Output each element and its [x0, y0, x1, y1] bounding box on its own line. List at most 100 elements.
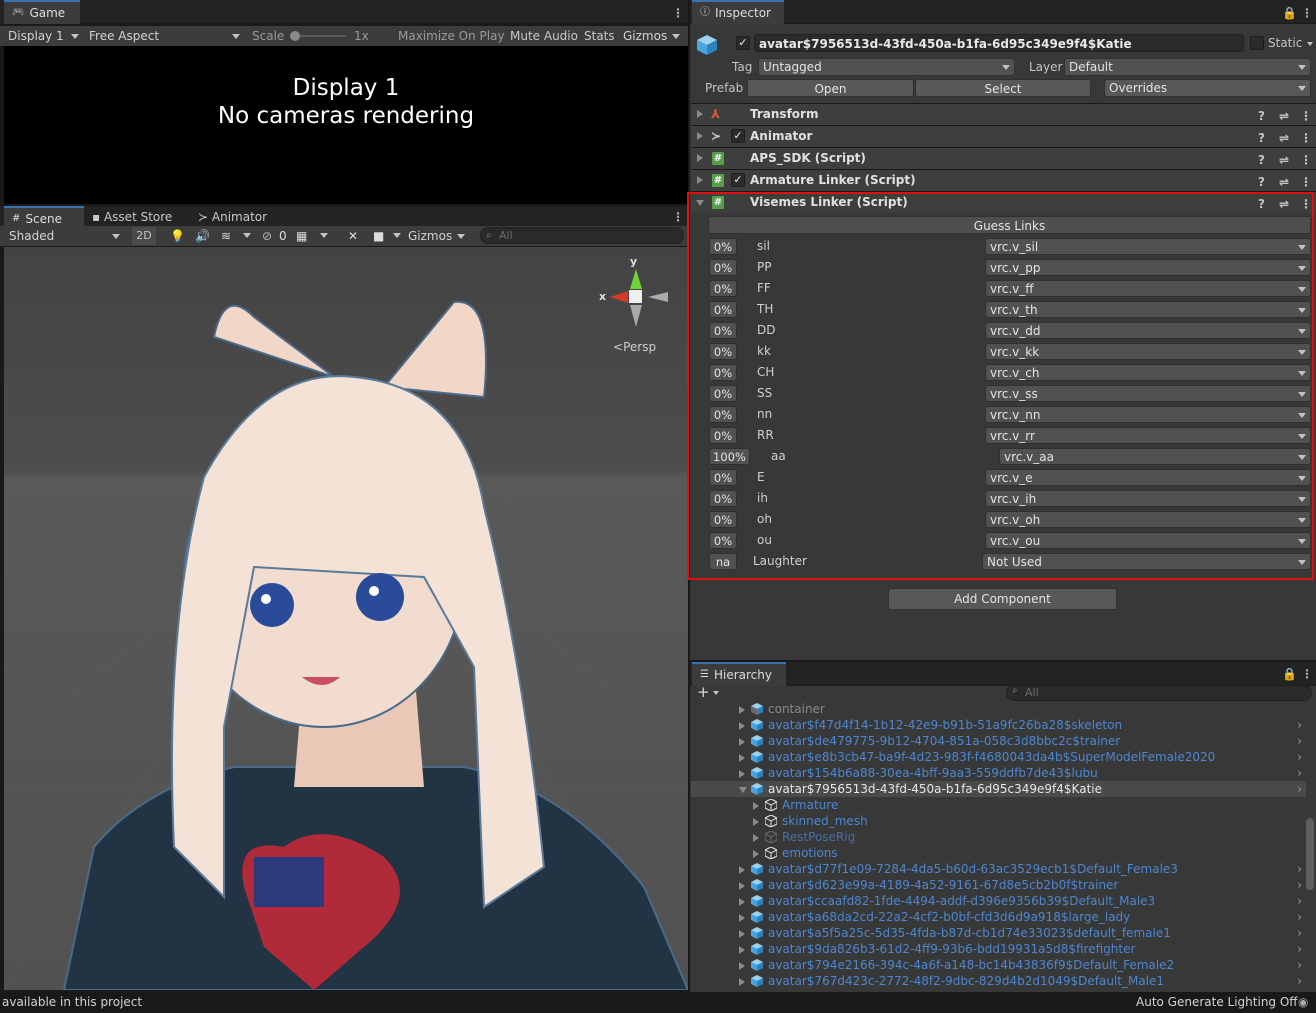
stats-toggle[interactable]: Stats — [584, 26, 615, 46]
preset-icon[interactable]: ⇌ — [1279, 172, 1289, 193]
audio-icon[interactable]: 🔊 — [195, 226, 210, 246]
component-aps-sdk[interactable]: # APS_SDK (Script) ? ⇌ ⋮ — [691, 147, 1316, 169]
scene-view[interactable]: y x <Persp — [4, 247, 688, 990]
display-dropdown[interactable]: Display 1 — [4, 27, 84, 45]
hierarchy-item[interactable]: avatar$767d423c-2772-48f2-9dbc-829d4b2d1… — [691, 973, 1306, 989]
animator-enabled-checkbox[interactable]: ✓ — [731, 129, 745, 143]
expand-arrow-icon[interactable] — [739, 738, 745, 746]
hierarchy-item[interactable]: avatar$ccaafd82-1fde-4494-addf-d396e9356… — [691, 893, 1306, 909]
help-icon[interactable]: ? — [1258, 128, 1265, 149]
static-checkbox[interactable] — [1250, 36, 1264, 50]
chevron-right-icon[interactable]: › — [1297, 749, 1302, 765]
component-menu-icon[interactable]: ⋮ — [1300, 172, 1312, 193]
viseme-percent[interactable]: 0% — [709, 238, 737, 255]
hierarchy-menu-icon[interactable]: ⋮ — [1301, 667, 1313, 681]
preset-icon[interactable]: ⇌ — [1279, 150, 1289, 171]
hierarchy-child-item[interactable]: RestPoseRig — [691, 829, 1306, 845]
component-menu-icon[interactable]: ⋮ — [1300, 194, 1312, 215]
hierarchy-item[interactable]: avatar$e8b3cb47-ba9f-4d23-983f-f4680043d… — [691, 749, 1306, 765]
viseme-blendshape-dropdown[interactable]: vrc.v_sil — [985, 238, 1311, 255]
viseme-percent[interactable]: 0% — [709, 364, 737, 381]
expand-arrow-icon[interactable] — [753, 818, 759, 826]
hierarchy-item[interactable]: avatar$9da826b3-61d2-4ff9-93b6-bdd19931a… — [691, 941, 1306, 957]
expand-arrow-icon[interactable] — [739, 962, 745, 970]
tab-inspector[interactable]: ⓘ Inspector — [692, 0, 784, 24]
mute-audio-toggle[interactable]: Mute Audio — [510, 26, 578, 46]
viseme-percent[interactable]: 0% — [709, 280, 737, 297]
expand-arrow-icon[interactable] — [739, 978, 745, 986]
viseme-blendshape-dropdown[interactable]: vrc.v_nn — [985, 406, 1311, 423]
viseme-percent[interactable]: 0% — [709, 322, 737, 339]
expand-arrow-icon[interactable] — [739, 930, 745, 938]
preset-icon[interactable]: ⇌ — [1279, 128, 1289, 149]
armature-linker-enabled-checkbox[interactable]: ✓ — [731, 173, 745, 187]
foldout-arrow-icon[interactable] — [697, 176, 703, 184]
viseme-blendshape-dropdown[interactable]: vrc.v_e — [985, 469, 1311, 486]
hierarchy-search-input[interactable]: All — [1006, 685, 1312, 701]
component-transform[interactable]: ⅄ Transform ? ⇌ ⋮ — [691, 103, 1316, 125]
expand-arrow-icon[interactable] — [739, 882, 745, 890]
viseme-blendshape-dropdown[interactable]: vrc.v_kk — [985, 343, 1311, 360]
create-add-icon[interactable]: + — [697, 683, 710, 701]
add-component-button[interactable]: Add Component — [888, 588, 1117, 610]
inspector-menu-icon[interactable]: ⋮ — [1301, 6, 1313, 20]
viseme-blendshape-dropdown[interactable]: vrc.v_ff — [985, 280, 1311, 297]
game-menu-icon[interactable]: ⋮ — [672, 6, 684, 20]
viseme-percent[interactable]: 100% — [709, 448, 750, 465]
expand-arrow-icon[interactable] — [739, 898, 745, 906]
2d-toggle[interactable]: 2D — [132, 227, 156, 245]
viseme-percent[interactable]: 0% — [709, 532, 737, 549]
scale-slider-thumb[interactable] — [290, 31, 300, 41]
shading-dropdown[interactable]: Shaded — [5, 227, 125, 245]
expand-arrow-icon[interactable] — [739, 866, 745, 874]
viseme-percent[interactable]: 0% — [709, 259, 737, 276]
chevron-right-icon[interactable]: › — [1297, 893, 1302, 909]
lighting-icon-status[interactable]: ◉ — [1298, 992, 1308, 1013]
hierarchy-lock-icon[interactable]: 🔒 — [1282, 667, 1297, 681]
viseme-blendshape-dropdown[interactable]: vrc.v_ih — [985, 490, 1311, 507]
viseme-percent[interactable]: 0% — [709, 301, 737, 318]
hierarchy-item[interactable]: avatar$d77f1e09-7284-4da5-b60d-63ac3529e… — [691, 861, 1306, 877]
hierarchy-item[interactable]: avatar$7956513d-43fd-450a-b1fa-6d95c349e… — [691, 781, 1306, 797]
chevron-right-icon[interactable]: › — [1297, 765, 1302, 781]
expand-arrow-icon[interactable] — [739, 754, 745, 762]
expand-arrow-icon[interactable] — [753, 850, 759, 858]
scene-gizmos-dropdown[interactable]: Gizmos — [404, 227, 470, 245]
hierarchy-item[interactable]: container — [691, 702, 1306, 717]
component-animator[interactable]: ≻ ✓ Animator ? ⇌ ⋮ — [691, 125, 1316, 147]
component-visemes-linker[interactable]: # Visemes Linker (Script) ? ⇌ ⋮ — [691, 191, 1316, 213]
tools-icon[interactable]: ✕ — [348, 226, 358, 246]
component-menu-icon[interactable]: ⋮ — [1300, 128, 1312, 149]
hierarchy-scrollbar-thumb[interactable] — [1306, 818, 1314, 890]
layer-dropdown[interactable]: Default — [1064, 58, 1311, 76]
visibility-icon[interactable]: ⊘ — [262, 226, 272, 246]
viseme-percent[interactable]: 0% — [709, 427, 737, 444]
static-dropdown-icon[interactable] — [1307, 42, 1313, 46]
persp-toggle[interactable]: <Persp — [613, 340, 656, 354]
viseme-percent[interactable]: 0% — [709, 490, 737, 507]
avatar-model[interactable] — [62, 300, 688, 990]
chevron-right-icon[interactable]: › — [1297, 733, 1302, 749]
help-icon[interactable]: ? — [1258, 172, 1265, 193]
chevron-right-icon[interactable]: › — [1297, 877, 1302, 893]
hierarchy-item[interactable]: avatar$794e2166-394c-4a6f-a148-bc14b4383… — [691, 957, 1306, 973]
hierarchy-item[interactable]: avatar$d623e99a-4189-4a52-9161-67d8e5cb2… — [691, 877, 1306, 893]
scene-menu-icon[interactable]: ⋮ — [672, 210, 684, 224]
viseme-percent[interactable]: 0% — [709, 469, 737, 486]
help-icon[interactable]: ? — [1258, 106, 1265, 127]
hierarchy-item[interactable]: avatar$f47d4f14-1b12-42e9-b91b-51a9fc26b… — [691, 717, 1306, 733]
active-checkbox[interactable]: ✓ — [736, 36, 750, 50]
viseme-blendshape-dropdown[interactable]: vrc.v_dd — [985, 322, 1311, 339]
tab-animator[interactable]: ≻ Animator — [198, 210, 267, 224]
viseme-percent[interactable]: 0% — [709, 406, 737, 423]
camera-icon[interactable]: ■ — [373, 226, 384, 246]
component-menu-icon[interactable]: ⋮ — [1300, 106, 1312, 127]
preset-icon[interactable]: ⇌ — [1279, 106, 1289, 127]
chevron-right-icon[interactable]: › — [1297, 941, 1302, 957]
hierarchy-item[interactable]: avatar$154b6a88-30ea-4bff-9aa3-559ddfb7d… — [691, 765, 1306, 781]
overrides-dropdown[interactable]: Overrides — [1104, 79, 1311, 97]
viseme-percent[interactable]: na — [709, 553, 737, 570]
component-menu-icon[interactable]: ⋮ — [1300, 150, 1312, 171]
prefab-select-button[interactable]: Select — [915, 79, 1091, 97]
viseme-blendshape-dropdown[interactable]: Not Used — [982, 553, 1311, 570]
